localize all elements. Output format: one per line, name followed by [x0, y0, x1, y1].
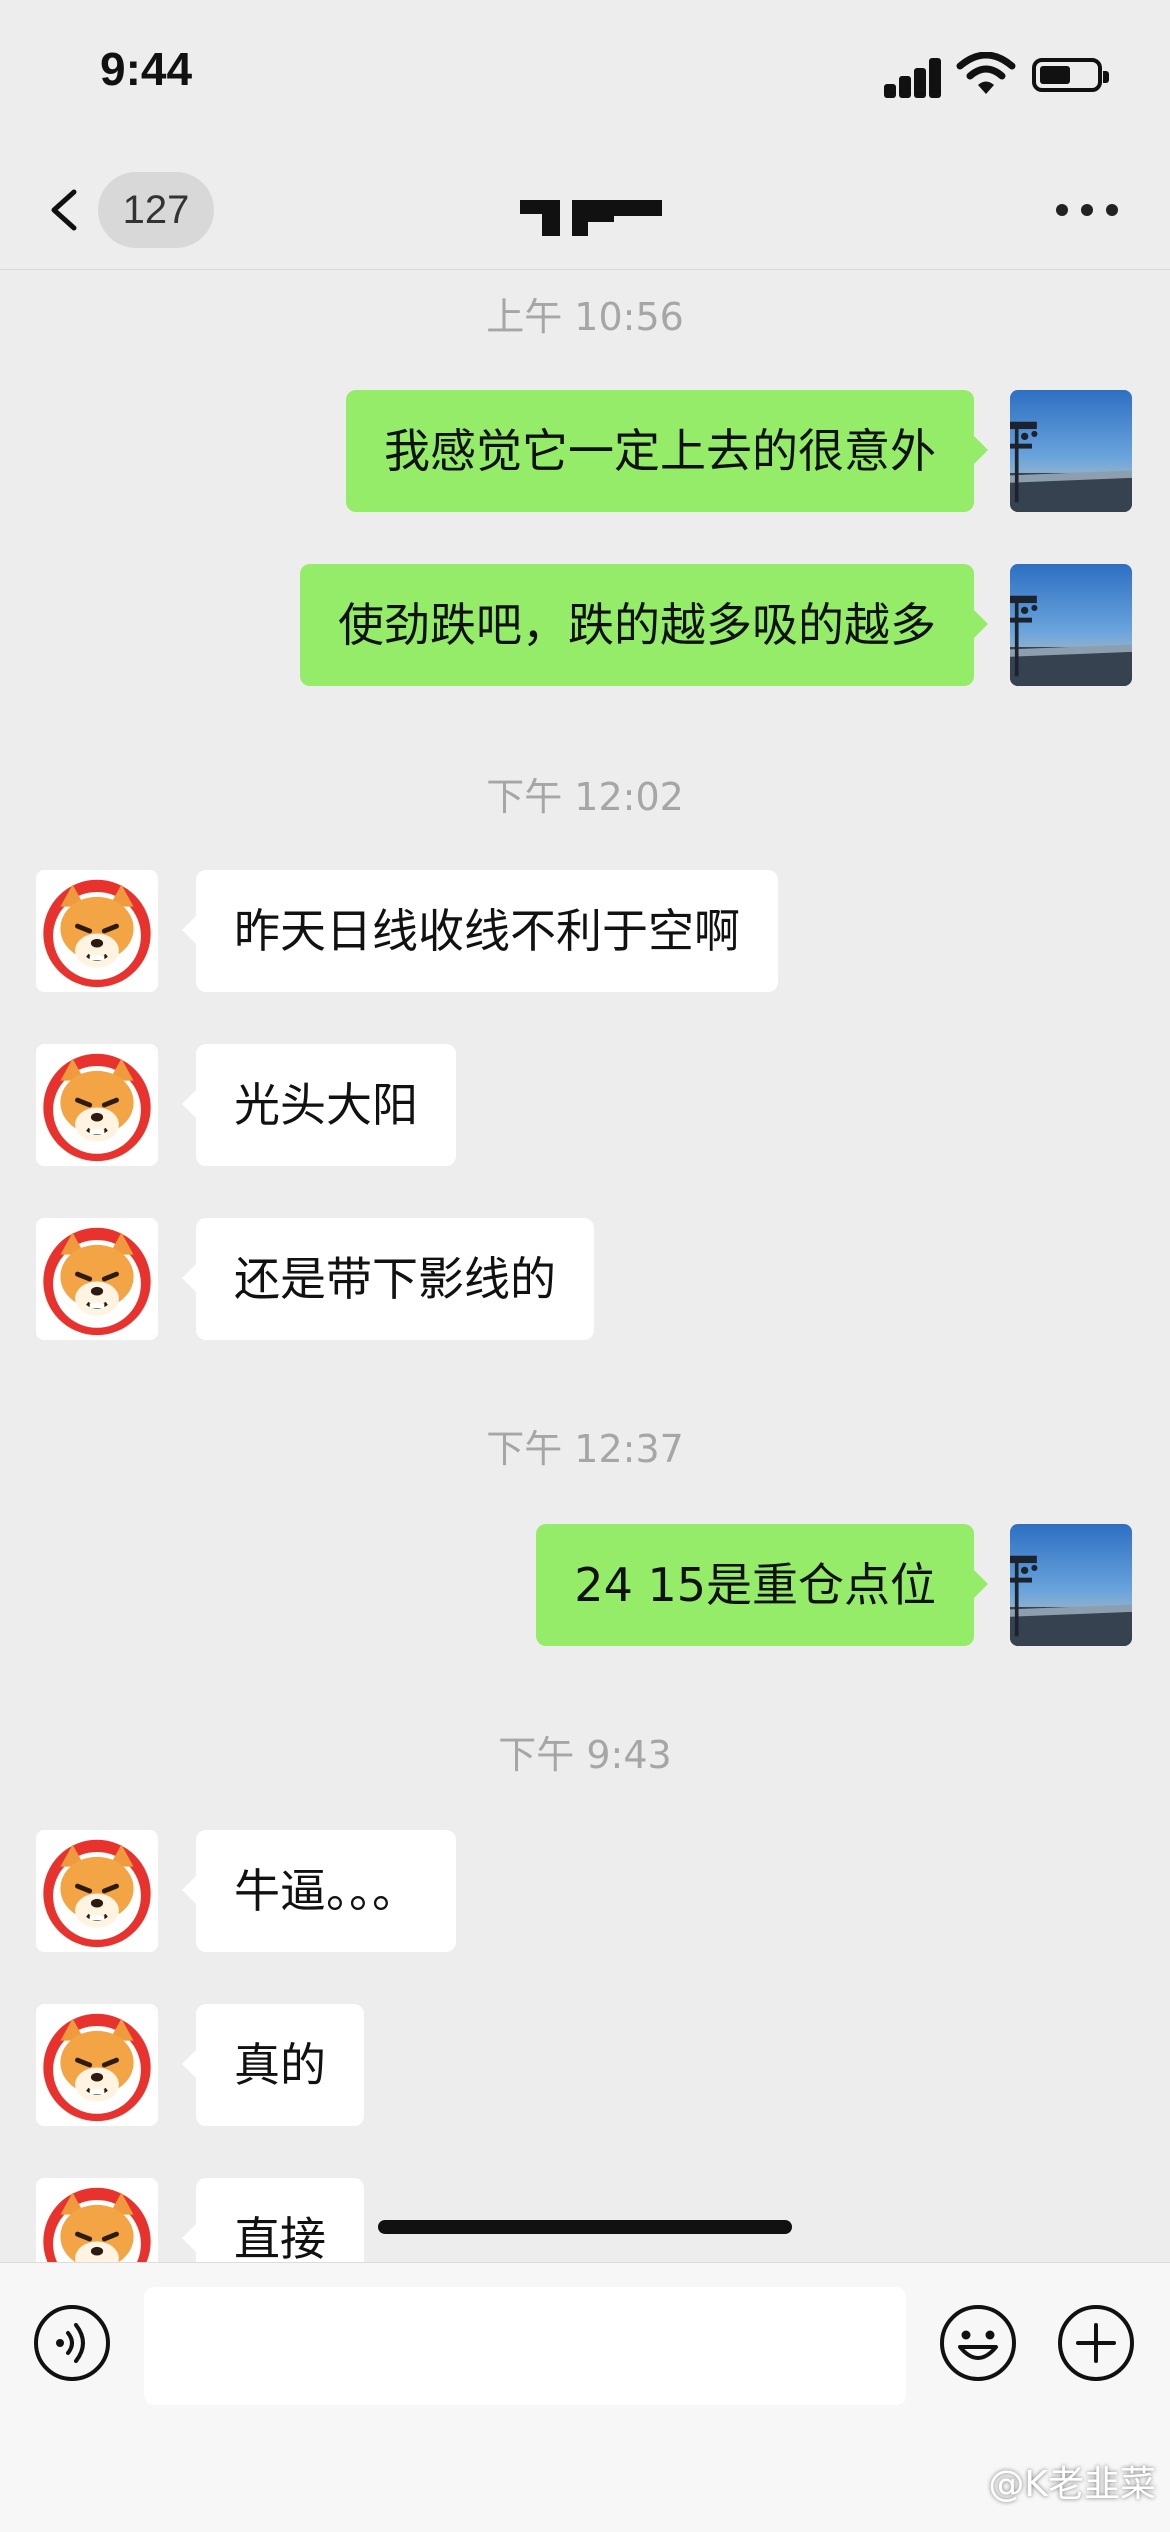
message-bubble[interactable]: 24 15是重仓点位 — [536, 1524, 988, 1646]
contact-avatar[interactable] — [36, 1830, 158, 1952]
contact-avatar[interactable] — [36, 1218, 158, 1340]
message-bubble[interactable]: 光头大阳 — [182, 1044, 456, 1166]
timestamp: 上午 10:56 — [486, 295, 684, 339]
message-bubble[interactable]: 使劲跌吧，跌的越多吸的越多 — [300, 564, 988, 686]
message-bubble[interactable]: 我感觉它一定上去的很意外 — [346, 390, 988, 512]
chat-title-redacted — [520, 200, 662, 240]
my-avatar[interactable] — [1010, 390, 1132, 512]
input-bar: @K老韭菜 — [0, 2262, 1170, 2532]
back-button[interactable]: 127 — [40, 172, 220, 248]
message-input[interactable] — [144, 2287, 906, 2405]
message-row-outgoing: 使劲跌吧，跌的越多吸的越多 — [0, 564, 1170, 686]
wifi-icon — [956, 52, 1016, 94]
unread-count-badge: 127 — [98, 172, 214, 248]
contact-avatar[interactable] — [36, 870, 158, 992]
status-time: 9:44 — [100, 43, 193, 95]
message-row-outgoing: 我感觉它一定上去的很意外 — [0, 390, 1170, 512]
more-dots-icon[interactable] — [1052, 190, 1122, 230]
timestamp: 下午 12:02 — [486, 775, 684, 819]
plus-icon[interactable] — [1056, 2303, 1136, 2383]
battery-icon — [1032, 58, 1109, 92]
message-row-incoming: 还是带下影线的 — [0, 1218, 1170, 1340]
message-bubble[interactable]: 真的 — [182, 2004, 364, 2126]
message-row-outgoing: 24 15是重仓点位 — [0, 1524, 1170, 1646]
timestamp: 下午 12:37 — [486, 1427, 684, 1471]
message-bubble[interactable]: 还是带下影线的 — [182, 1218, 594, 1340]
message-row-incoming: 光头大阳 — [0, 1044, 1170, 1166]
timestamp: 下午 9:43 — [498, 1733, 672, 1777]
voice-icon[interactable] — [32, 2303, 112, 2383]
contact-avatar[interactable] — [36, 1044, 158, 1166]
message-row-incoming: 牛逼。。。 — [0, 1830, 1170, 1952]
message-row-incoming: 真的 — [0, 2004, 1170, 2126]
home-indicator[interactable] — [378, 2220, 792, 2234]
status-bar: 9:44 — [0, 0, 1170, 140]
watermark: @K老韭菜 — [988, 2464, 1156, 2505]
emoji-icon[interactable] — [938, 2303, 1018, 2383]
my-avatar[interactable] — [1010, 1524, 1132, 1646]
my-avatar[interactable] — [1010, 564, 1132, 686]
message-row-incoming: 昨天日线收线不利于空啊 — [0, 870, 1170, 992]
status-icons — [884, 50, 1114, 100]
contact-avatar[interactable] — [36, 2004, 158, 2126]
message-bubble[interactable]: 昨天日线收线不利于空啊 — [182, 870, 778, 992]
message-bubble[interactable]: 牛逼。。。 — [182, 1830, 456, 1952]
chevron-left-icon — [51, 189, 77, 231]
chat-header: 127 — [0, 150, 1170, 270]
signal-icon — [884, 58, 942, 98]
